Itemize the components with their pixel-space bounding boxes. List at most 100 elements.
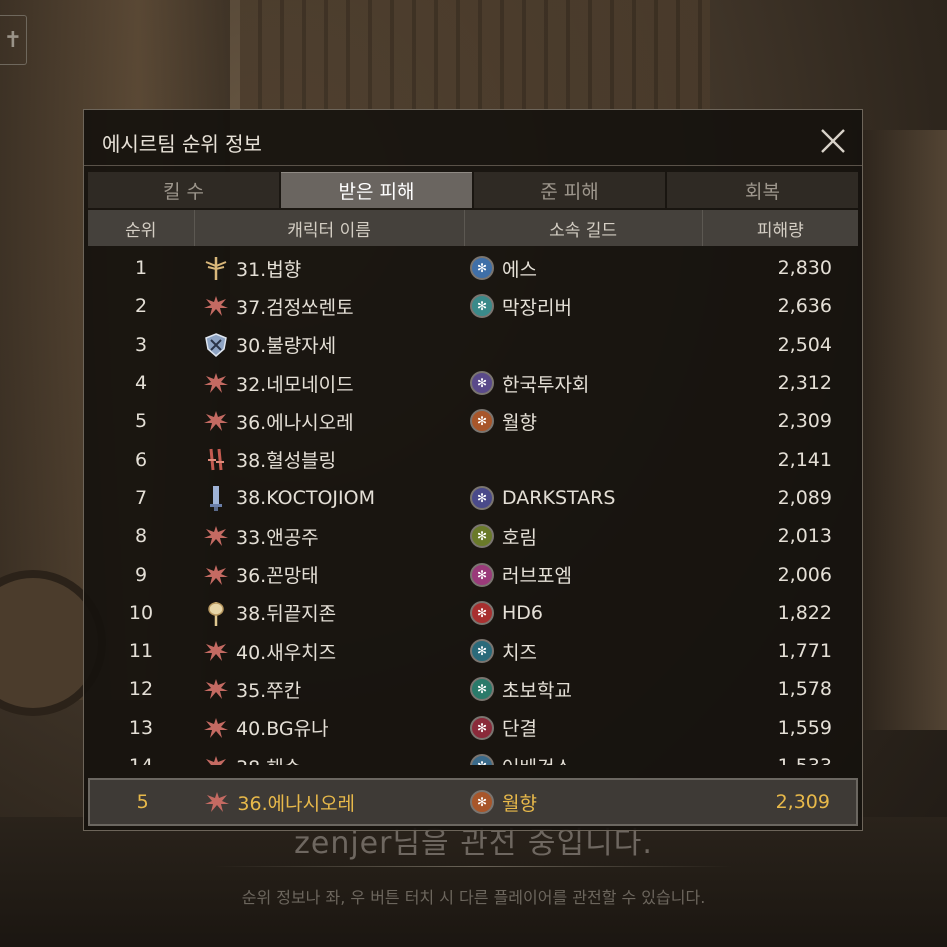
name-cell: 40.새우치즈 <box>194 637 464 665</box>
rank-cell: 10 <box>128 601 154 624</box>
table-row[interactable]: 5 36.에나시오레 ✻ 월향 2,309 <box>88 402 858 440</box>
name-cell: 38.뒤끝지존 <box>194 599 464 627</box>
guild-cell: ✻ 어베건스 <box>464 753 702 766</box>
winged-icon <box>203 788 231 816</box>
guild-name: 치즈 <box>502 641 537 664</box>
character-name: 40.BG유나 <box>236 718 329 741</box>
character-name: 31.법향 <box>236 258 302 281</box>
guild-cell: ✻ 월향 <box>464 408 702 435</box>
winged-icon <box>202 714 230 742</box>
table-row[interactable]: 14 38.해수 ✻ 어베건스 1,533 <box>88 747 858 765</box>
name-cell: 38.해수 <box>194 752 464 765</box>
tab-kills[interactable]: 킬 수 <box>88 172 279 208</box>
damage-cell: 1,533 <box>702 755 858 765</box>
tab-damage-taken[interactable]: 받은 피해 <box>281 172 472 208</box>
table-row[interactable]: 10 38.뒤끝지존 ✻ HD6 1,822 <box>88 594 858 632</box>
guild-emblem-icon: ✻ <box>470 754 494 765</box>
guild-cell: ✻ 막장리버 <box>464 293 702 320</box>
header-name: 캐릭터 이름 <box>195 210 465 246</box>
rank-cell: 12 <box>128 678 154 701</box>
table-row[interactable]: 11 40.새우치즈 ✻ 치즈 1,771 <box>88 632 858 670</box>
dagger-icon <box>202 446 230 474</box>
character-name: 35.쭈칸 <box>236 679 302 702</box>
table-row[interactable]: 13 40.BG유나 ✻ 단결 1,559 <box>88 709 858 747</box>
spectate-hint: 순위 정보나 좌, 우 버튼 터치 시 다른 플레이어를 관전할 수 있습니다. <box>241 888 706 907</box>
guild-name: 초보학교 <box>502 679 572 702</box>
table-header: 순위 캐릭터 이름 소속 길드 피해량 <box>88 210 858 246</box>
guild-name: 어베건스 <box>502 753 572 766</box>
panel-title: 에시르팀 순위 정보 <box>102 132 262 156</box>
winged-icon <box>202 369 230 397</box>
damage-cell: 2,504 <box>777 333 832 356</box>
my-guild-cell: ✻ 월향 <box>464 789 701 816</box>
tab-damage-dealt[interactable]: 준 피해 <box>474 172 665 208</box>
sword-icon <box>202 484 230 512</box>
close-icon[interactable] <box>818 126 848 156</box>
table-row[interactable]: 2 37.검정쏘렌토 ✻ 막장리버 2,636 <box>88 287 858 325</box>
guild-cell: ✻ DARKSTARS <box>464 485 702 510</box>
guild-name: 월향 <box>502 411 537 434</box>
name-cell: 33.앤공주 <box>194 522 464 550</box>
table-row[interactable]: 6 38.혈성블링 2,141 <box>88 440 858 478</box>
guild-emblem-icon: ✻ <box>470 256 494 281</box>
my-name-cell: 36.에나시오레 <box>195 788 464 816</box>
table-row[interactable]: 12 35.쭈칸 ✻ 초보학교 1,578 <box>88 670 858 708</box>
damage-cell: 2,309 <box>777 410 832 433</box>
my-rank-row[interactable]: 5 36.에나시오레 ✻ 월향 2,309 <box>88 778 858 826</box>
my-damage: 2,309 <box>775 791 830 813</box>
rank-cell: 11 <box>128 640 154 663</box>
character-name: 36.꼰망태 <box>236 565 319 588</box>
winged-icon <box>202 675 230 703</box>
winged-icon <box>202 407 230 435</box>
guild-name: 호림 <box>502 526 537 549</box>
damage-cell: 2,006 <box>777 563 832 586</box>
guild-name: 한국투자회 <box>502 373 590 396</box>
character-name: 40.새우치즈 <box>236 641 337 664</box>
guild-emblem-icon: ✻ <box>470 562 494 587</box>
guild-name: DARKSTARS <box>502 486 616 509</box>
rank-cell: 14 <box>88 755 194 765</box>
header-damage: 피해량 <box>756 220 804 241</box>
damage-cell: 1,771 <box>777 640 832 663</box>
ranking-panel: 에시르팀 순위 정보 킬 수 받은 피해 준 피해 회복 순위 캐릭터 이름 소… <box>83 109 863 831</box>
table-row[interactable]: 9 36.꼰망태 ✻ 러브포엠 2,006 <box>88 555 858 593</box>
rank-cell: 5 <box>134 410 148 433</box>
tombstone-icon[interactable]: ✝ <box>0 15 27 65</box>
guild-emblem-icon: ✻ <box>470 485 494 510</box>
table-row[interactable]: 8 33.앤공주 ✻ 호림 2,013 <box>88 517 858 555</box>
tab-healing[interactable]: 회복 <box>667 172 858 208</box>
winged-icon <box>202 561 230 589</box>
damage-cell: 1,578 <box>777 678 832 701</box>
table-row[interactable]: 4 32.네모네이드 ✻ 한국투자회 2,312 <box>88 364 858 402</box>
table-row[interactable]: 3 30.불량자세 2,504 <box>88 326 858 364</box>
guild-emblem-icon: ✻ <box>470 677 494 702</box>
rank-cell: 2 <box>134 295 148 318</box>
name-cell: 40.BG유나 <box>194 714 464 742</box>
guild-emblem-icon: ✻ <box>470 600 494 625</box>
character-name: 32.네모네이드 <box>236 373 354 396</box>
guild-name: 막장리버 <box>502 296 572 319</box>
guild-cell: ✻ 치즈 <box>464 638 702 665</box>
name-cell: 36.에나시오레 <box>194 407 464 435</box>
damage-cell: 2,312 <box>777 372 832 395</box>
winged-icon <box>202 752 230 765</box>
character-name: 33.앤공주 <box>236 526 319 549</box>
background-building <box>240 0 710 110</box>
ranking-list[interactable]: 1 31.법향 ✻ 에스 2,830 2 37.검정쏘렌토 ✻ 막장리버 2,636 3 30.불량자… <box>88 249 858 765</box>
damage-cell: 2,089 <box>777 486 832 509</box>
guild-emblem-icon: ✻ <box>470 409 494 434</box>
guild-emblem-icon: ✻ <box>470 715 494 740</box>
guild-emblem-icon: ✻ <box>469 790 494 814</box>
winged-icon <box>202 292 230 320</box>
table-row[interactable]: 1 31.법향 ✻ 에스 2,830 <box>88 249 858 287</box>
winged-icon <box>202 637 230 665</box>
shield-icon <box>202 331 230 359</box>
name-cell: 31.법향 <box>194 254 464 282</box>
name-cell: 35.쭈칸 <box>194 675 464 703</box>
guild-emblem-icon: ✻ <box>470 524 494 549</box>
guild-cell: ✻ 호림 <box>464 523 702 550</box>
guild-emblem-icon: ✻ <box>470 294 494 319</box>
rank-cell: 8 <box>134 525 148 548</box>
table-row[interactable]: 7 38.KOCTOJIOM ✻ DARKSTARS 2,089 <box>88 479 858 517</box>
rank-cell: 7 <box>134 486 148 509</box>
